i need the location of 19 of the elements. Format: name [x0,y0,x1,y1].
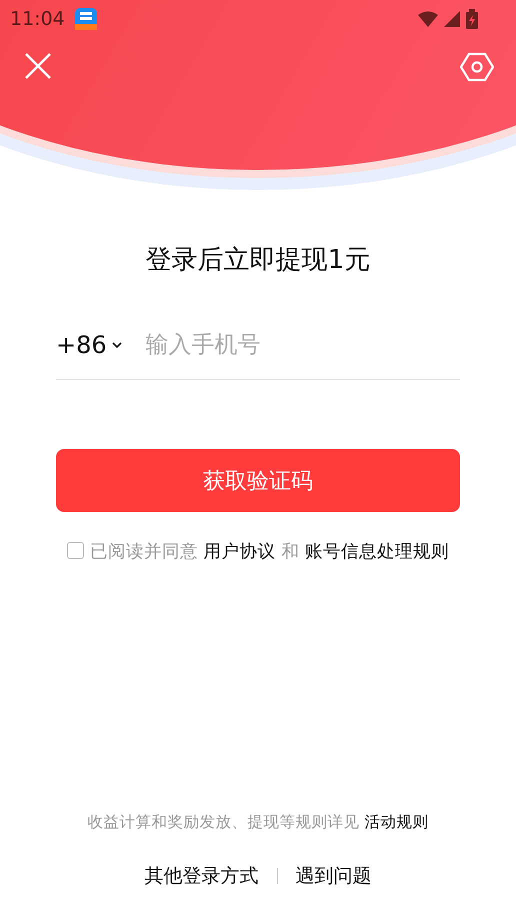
chevron-down-icon [112,341,122,349]
agreement-link[interactable]: 用户协议 [204,542,276,562]
country-code-selector[interactable]: +86 [56,331,122,359]
footer-link[interactable]: 其他登录方式 [144,863,258,889]
settings-button[interactable] [460,52,494,82]
status-time: 11:04 [10,8,65,30]
page-title: 登录后立即提现1元 [146,244,370,277]
rules-note: 收益计算和奖励发放、提现等规则详见 活动规则 [88,812,428,833]
app-icon [74,8,97,30]
agreement-checkbox[interactable] [67,542,84,559]
footer-link[interactable]: 遇到问题 [296,863,372,889]
battery-icon [466,9,478,29]
phone-field[interactable]: +86 输入手机号 [56,331,460,380]
get-code-button[interactable]: 获取验证码 [56,449,460,512]
agreement-link[interactable]: 账号信息处理规则 [304,542,449,562]
rules-link[interactable]: 活动规则 [364,813,428,831]
wifi-icon [418,11,438,27]
agreement-text: 已阅读并同意 用户协议 和 账号信息处理规则 [90,541,449,564]
signal-icon [444,11,460,27]
